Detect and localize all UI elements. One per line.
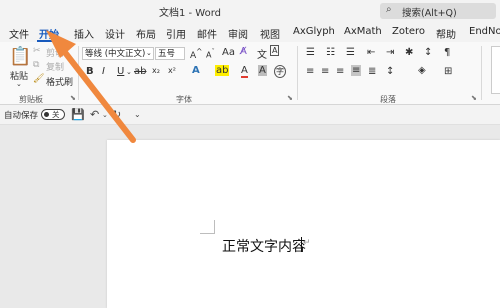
sort-icon[interactable]: ↕ [424, 47, 432, 58]
tab-references[interactable]: 引用 [166, 26, 186, 41]
increase-indent-icon[interactable]: ⇥ [386, 47, 394, 58]
customize-qat-icon[interactable]: ⌄ [134, 110, 141, 119]
styles-gallery[interactable] [491, 46, 500, 94]
align-right-icon[interactable]: ≡ [336, 66, 344, 77]
font-color-icon[interactable]: A [241, 65, 248, 78]
chevron-down-icon[interactable]: ⌄ [16, 80, 22, 88]
distributed-icon[interactable]: ≣ [368, 66, 376, 77]
numbering-icon[interactable]: ☷ [326, 47, 335, 58]
tab-review[interactable]: 审阅 [228, 26, 248, 41]
tab-view[interactable]: 视图 [260, 26, 280, 41]
align-center-icon[interactable]: ≡ [321, 66, 329, 77]
tab-design[interactable]: 设计 [105, 26, 125, 41]
line-spacing-icon[interactable]: ↕ [386, 66, 394, 77]
cut-icon[interactable]: ✂ [33, 46, 41, 56]
highlight-icon[interactable]: ab [215, 65, 230, 76]
enclose-char-icon[interactable]: 字 [274, 65, 286, 78]
search-box[interactable]: ⌕ 搜索(Alt+Q) [380, 3, 496, 19]
bold-icon[interactable]: B [86, 66, 94, 77]
ribbon: 📋 粘贴 ⌄ ✂ 剪切 ⧉ 复制 🖌 格式刷 剪贴板 ⬊ 等线 (中文正文) ⌄… [0, 42, 500, 105]
tab-zotero[interactable]: Zotero [392, 26, 425, 37]
grow-font-icon[interactable]: A^ [190, 47, 202, 61]
autosave-state: 关 [52, 110, 60, 119]
tab-help[interactable]: 帮助 [436, 26, 456, 41]
tab-axmath[interactable]: AxMath [344, 26, 382, 37]
chevron-down-icon[interactable]: ⌄ [126, 68, 132, 76]
document-body-text[interactable]: 正常文字内容 [222, 236, 306, 256]
tab-layout[interactable]: 布局 [136, 26, 156, 41]
font-size-select[interactable]: 五号 [155, 47, 185, 60]
multilevel-list-icon[interactable]: ☰ [346, 47, 355, 58]
margin-corner-mark [200, 233, 214, 234]
strikethrough-icon[interactable]: ab [134, 66, 146, 77]
ribbon-tabs: 文件 开始 插入 设计 布局 引用 邮件 审阅 视图 AxGlyph AxMat… [0, 20, 500, 42]
chinese-layout-icon[interactable]: ✱ [405, 47, 413, 58]
char-border-icon[interactable]: A [270, 45, 280, 56]
autosave-toggle[interactable]: 关 [41, 109, 65, 120]
search-placeholder: 搜索(Alt+Q) [402, 8, 457, 19]
cut-label[interactable]: 剪切 [46, 46, 64, 59]
quick-access-toolbar: 自动保存 关 💾 ↶ ⌄ ↻ ⌄ [0, 105, 500, 125]
chevron-down-icon[interactable]: ⌄ [146, 49, 152, 57]
subscript-icon[interactable]: x₂ [152, 66, 160, 75]
borders-icon[interactable]: ⊞ [444, 66, 452, 77]
format-painter-icon[interactable]: 🖌 [33, 74, 44, 84]
decrease-indent-icon[interactable]: ⇤ [367, 47, 375, 58]
clipboard-launcher-icon[interactable]: ⬊ [70, 94, 76, 102]
bullets-icon[interactable]: ☰ [306, 47, 315, 58]
save-icon[interactable]: 💾 [71, 108, 85, 121]
phonetic-guide-icon[interactable]: 文 [257, 46, 267, 61]
shrink-font-icon[interactable]: Aˇ [206, 48, 215, 60]
superscript-icon[interactable]: x² [168, 66, 176, 75]
align-left-icon[interactable]: ≡ [306, 66, 314, 77]
tab-mailings[interactable]: 邮件 [197, 26, 217, 41]
underline-icon[interactable]: U [117, 66, 124, 77]
change-case-icon[interactable]: Aa [222, 47, 235, 58]
copy-icon[interactable]: ⧉ [33, 60, 39, 70]
font-launcher-icon[interactable]: ⬊ [287, 94, 293, 102]
group-divider [481, 46, 482, 100]
text-effects-icon[interactable]: A [192, 65, 200, 76]
tab-file[interactable]: 文件 [9, 26, 29, 41]
show-marks-icon[interactable]: ¶ [444, 47, 450, 58]
margin-corner-mark [214, 220, 215, 234]
redo-icon[interactable]: ↻ [112, 108, 121, 121]
tab-endnote[interactable]: EndNot [469, 26, 500, 37]
toggle-knob [44, 112, 49, 117]
paragraph-group-label: 段落 [380, 95, 396, 104]
group-divider [78, 46, 79, 100]
window-title: 文档1 - Word [158, 8, 222, 19]
paste-icon[interactable]: 📋 [9, 46, 31, 67]
autosave-label: 自动保存 [4, 111, 39, 121]
group-divider [297, 46, 298, 100]
title-bar: 文档1 - Word ⌕ 搜索(Alt+Q) [0, 0, 500, 20]
text-cursor [301, 237, 302, 252]
italic-icon[interactable]: I [102, 66, 105, 77]
paragraph-mark: ↵ [303, 238, 311, 248]
tab-insert[interactable]: 插入 [74, 26, 94, 41]
font-name-select[interactable]: 等线 (中文正文) [82, 47, 154, 60]
clear-format-icon[interactable]: A̸ [240, 46, 247, 57]
document-page[interactable] [107, 140, 500, 308]
chevron-down-icon[interactable]: ⌄ [102, 111, 108, 119]
search-icon: ⌕ [386, 4, 392, 15]
tab-axglyph[interactable]: AxGlyph [293, 26, 335, 37]
shading-icon[interactable]: ◈ [418, 65, 426, 76]
font-group-label: 字体 [176, 95, 192, 104]
justify-icon[interactable]: ≡ [351, 65, 362, 76]
format-painter-label[interactable]: 格式刷 [46, 75, 73, 88]
char-shading-icon[interactable]: A [258, 65, 267, 76]
clipboard-group-label: 剪贴板 [19, 95, 43, 104]
tab-home[interactable]: 开始 [39, 26, 59, 41]
paragraph-launcher-icon[interactable]: ⬊ [471, 94, 477, 102]
undo-icon[interactable]: ↶ [90, 108, 99, 121]
copy-label[interactable]: 复制 [46, 60, 64, 73]
